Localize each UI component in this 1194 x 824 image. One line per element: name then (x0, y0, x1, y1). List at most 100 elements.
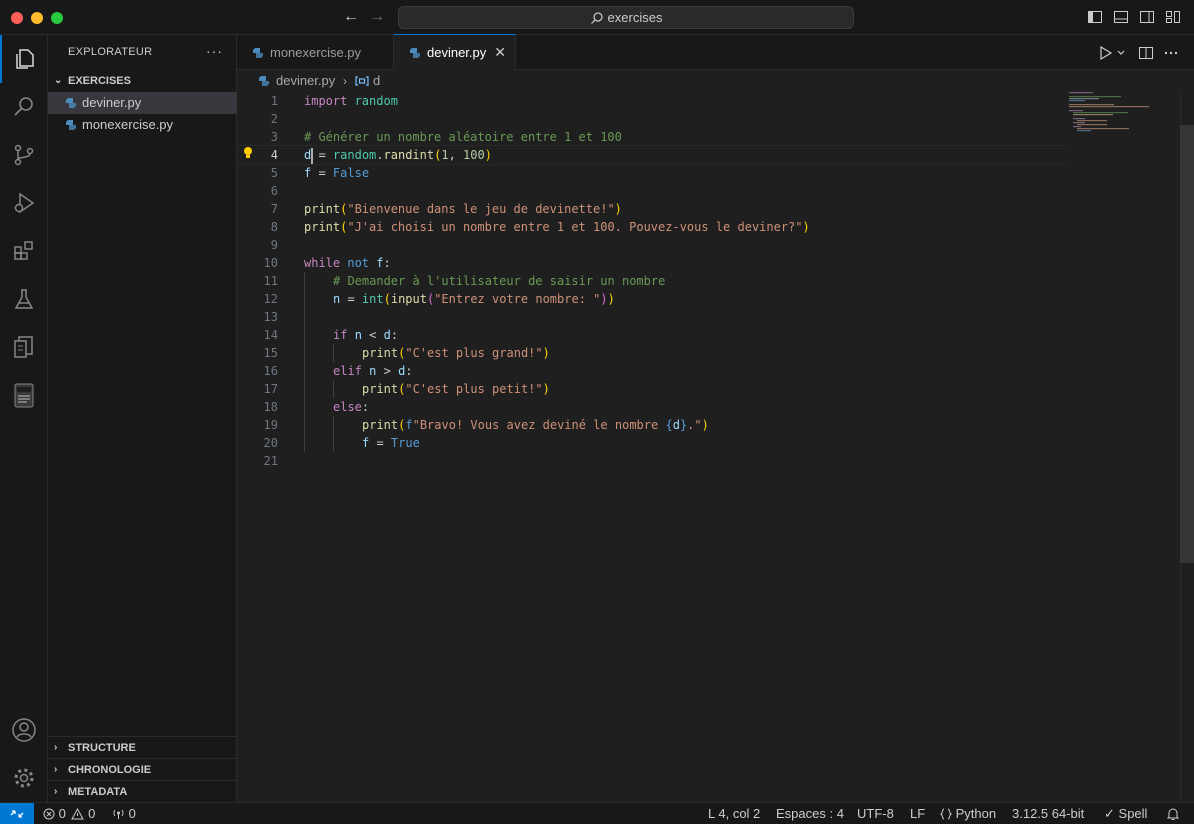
split-editor-icon[interactable] (1138, 45, 1154, 61)
code-editor[interactable]: 1 import random 2 3 # Générer un nombre al… (237, 92, 1194, 802)
tab-label: monexercise.py (270, 45, 362, 60)
notebook-icon[interactable] (0, 371, 48, 419)
run-python-file-icon[interactable] (1099, 45, 1113, 61)
code-line: 1 import random (270, 94, 398, 108)
close-icon[interactable]: ✕ (494, 35, 506, 70)
file-item-monexercise[interactable]: monexercise.py (48, 114, 237, 136)
check-icon: ✓ (1104, 806, 1115, 821)
code-line: 13 (263, 310, 278, 324)
code-line: 18 else: (263, 400, 370, 414)
activity-bar (0, 35, 48, 802)
cursor-position[interactable]: L 4, col 2 (708, 803, 760, 824)
spell-label: Spell (1118, 806, 1148, 821)
python-file-icon (253, 48, 263, 58)
chevron-right-icon: › (54, 764, 58, 775)
code-line: 5f = False (270, 166, 370, 180)
language-label: Python (955, 806, 997, 821)
python-file-icon (66, 120, 76, 130)
status-bar: 0 0 0 L 4, col 2 Espaces : 4 UTF-8 LF Py… (0, 802, 1194, 824)
variable-symbol-icon (355, 76, 369, 86)
ports-count: 0 (128, 806, 136, 821)
testing-icon[interactable] (0, 275, 48, 323)
tab-monexercise[interactable]: monexercise.py (237, 35, 394, 70)
editor-scrollbar[interactable] (1180, 125, 1194, 563)
breadcrumb: deviner.py › d (237, 71, 1194, 93)
encoding-setting[interactable]: UTF-8 (857, 803, 894, 824)
folder-exercises[interactable]: ⌄ EXERCISES (48, 70, 237, 92)
sidebar-title: EXPLORATEUR (68, 46, 153, 58)
minimap[interactable] (1069, 92, 1179, 152)
eol-setting[interactable]: LF (910, 803, 925, 824)
editor-tab-bar: monexercise.py deviner.py ✕ (237, 34, 1194, 70)
chevron-down-icon: ⌄ (54, 75, 63, 86)
toggle-panel-icon[interactable] (1113, 9, 1129, 25)
remote-indicator-button[interactable] (0, 803, 34, 824)
folder-label: EXERCISES (68, 75, 131, 87)
manage-gear-icon[interactable] (0, 754, 48, 802)
window-maximize-button[interactable] (51, 12, 63, 24)
breadcrumb-separator: › (343, 74, 347, 88)
ports-indicator[interactable]: 0 (112, 803, 136, 824)
code-line: 15 print("C'est plus grand!") (263, 346, 550, 360)
breadcrumb-file[interactable]: deviner.py (276, 71, 335, 91)
explorer-sidebar: EXPLORATEUR ··· ⌄ EXERCISES deviner.py m… (48, 35, 237, 802)
toggle-secondary-sidebar-icon[interactable] (1139, 9, 1155, 25)
file-item-deviner[interactable]: deviner.py (48, 92, 237, 114)
account-icon[interactable] (0, 706, 48, 754)
explorer-icon[interactable] (0, 35, 48, 83)
window-minimize-button[interactable] (31, 12, 43, 24)
code-line: 6 (270, 184, 278, 198)
code-line: 19 print(f"Bravo! Vous avez deviné le nom… (263, 418, 709, 432)
chevron-down-icon[interactable] (1117, 45, 1125, 61)
spell-checker[interactable]: ✓ Spell (1104, 803, 1147, 824)
forward-arrow-icon[interactable]: → (368, 8, 386, 26)
lightbulb-icon[interactable] (242, 146, 254, 160)
python-file-icon (66, 98, 76, 108)
title-bar: ← → exercises (0, 0, 1194, 35)
run-debug-icon[interactable] (0, 179, 48, 227)
section-chronologie[interactable]: › CHRONOLOGIE (48, 758, 237, 780)
remote-explorer-icon[interactable] (0, 323, 48, 371)
section-label: METADATA (68, 786, 128, 798)
file-label: deviner.py (82, 95, 142, 110)
braces-icon (939, 808, 953, 820)
code-line: 20 f = True (263, 436, 420, 450)
customize-layout-icon[interactable] (1165, 9, 1181, 25)
python-interpreter[interactable]: 3.12.5 64-bit (1012, 803, 1084, 824)
search-text: exercises (607, 10, 663, 25)
section-metadata[interactable]: › METADATA (48, 780, 237, 802)
error-count: 0 (58, 806, 66, 821)
notifications-bell-icon[interactable] (1166, 807, 1180, 821)
extensions-icon[interactable] (0, 227, 48, 275)
python-file-icon (259, 76, 269, 86)
language-mode[interactable]: Python (939, 803, 997, 824)
code-line: 10 while not f: (263, 256, 391, 270)
source-control-icon[interactable] (0, 131, 48, 179)
code-line: 11 # Demander à l'utilisateur de saisir u… (263, 274, 666, 288)
error-icon (43, 808, 55, 820)
section-label: CHRONOLOGIE (68, 764, 152, 776)
code-line: 21 (263, 454, 278, 468)
search-icon[interactable] (0, 83, 48, 131)
text-cursor (311, 148, 313, 164)
code-line: 3 # Générer un nombre aléatoire entre 1 e… (270, 130, 622, 144)
file-label: monexercise.py (82, 117, 174, 132)
python-file-icon (410, 48, 420, 58)
code-line: 12 n = int(input("Entrez votre nombre: ")… (263, 292, 615, 306)
toggle-primary-sidebar-icon[interactable] (1087, 9, 1103, 25)
window-close-button[interactable] (11, 12, 23, 24)
more-actions-icon[interactable] (1163, 45, 1179, 61)
code-line-current: 4d = random.randint(1, 100) (237, 145, 1067, 165)
command-center-search[interactable]: exercises (398, 6, 854, 29)
section-structure[interactable]: › STRUCTURE (48, 736, 237, 758)
breadcrumb-symbol[interactable]: d (373, 71, 380, 91)
warning-count: 0 (88, 806, 96, 821)
problems-indicator[interactable]: 0 0 (43, 803, 95, 824)
code-line: 8 print("J'ai choisi un nombre entre 1 et… (270, 220, 810, 234)
tab-deviner[interactable]: deviner.py ✕ (394, 34, 516, 70)
search-icon (590, 12, 603, 24)
back-arrow-icon[interactable]: ← (342, 8, 360, 26)
indentation-setting[interactable]: Espaces : 4 (776, 803, 844, 824)
sidebar-more-actions[interactable]: ··· (206, 43, 223, 59)
chevron-right-icon: › (54, 786, 58, 797)
